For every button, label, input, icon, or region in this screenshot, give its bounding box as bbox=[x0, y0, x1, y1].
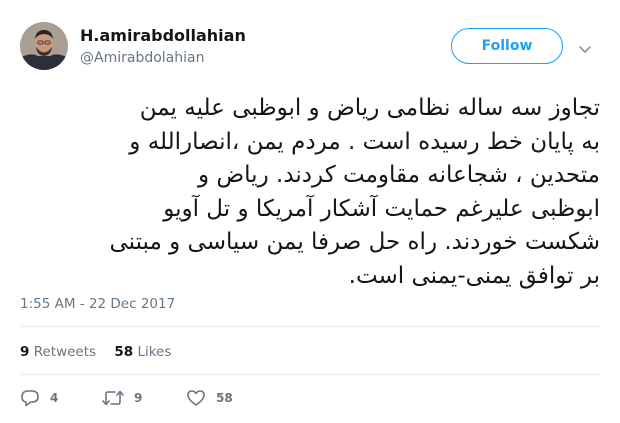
more-options-button[interactable] bbox=[578, 40, 592, 53]
likes-label: Likes bbox=[137, 344, 172, 360]
tweet-text-line: ابوظبی علیرغم حمایت آشکار آمریکا و تل آو… bbox=[163, 195, 600, 222]
avatar[interactable] bbox=[20, 22, 68, 70]
like-button[interactable]: 58 bbox=[186, 389, 233, 407]
retweets-stat[interactable]: 9 Retweets bbox=[20, 344, 96, 360]
retweet-count: 9 bbox=[134, 391, 143, 405]
reply-button[interactable]: 4 bbox=[20, 389, 58, 407]
tweet-text-line: متحدین ، شجاعانه مقاومت کردند. ریاض و bbox=[197, 162, 600, 188]
chevron-down-icon bbox=[579, 46, 591, 53]
reply-count: 4 bbox=[50, 391, 59, 405]
avatar-image bbox=[20, 22, 68, 70]
tweet-text-line: بر توافق یمنی-یمنی است. bbox=[348, 262, 600, 289]
retweets-count: 9 bbox=[20, 344, 30, 360]
follow-button[interactable]: Follow bbox=[451, 28, 563, 64]
tweet-text: تجاوز سه ساله نظامی ریاض و ابوظبی علیه ی… bbox=[20, 92, 601, 293]
tweet-text-line: شکست خوردند. راه حل صرفا یمن سیاسی و مبت… bbox=[109, 229, 601, 255]
display-name[interactable]: H.amirabdollahian bbox=[80, 26, 246, 45]
retweet-button[interactable]: 9 bbox=[102, 389, 142, 407]
retweets-label: Retweets bbox=[33, 344, 97, 360]
heart-icon bbox=[187, 390, 205, 406]
engagement-stats: 9 Retweets 58 Likes bbox=[20, 344, 185, 360]
like-count: 58 bbox=[216, 391, 233, 405]
retweet-icon bbox=[102, 390, 124, 406]
likes-stat[interactable]: 58 Likes bbox=[114, 344, 171, 360]
user-handle[interactable]: @Amirabdolahian bbox=[80, 50, 204, 66]
tweet-timestamp[interactable]: 1:55 AM - 22 Dec 2017 bbox=[20, 296, 175, 312]
tweet-text-line: تجاوز سه ساله نظامی ریاض و ابوظبی علیه ی… bbox=[139, 95, 600, 121]
divider bbox=[20, 326, 600, 327]
divider bbox=[20, 374, 600, 375]
tweet-text-line: به پایان خط رسیده است . مردم یمن ،انصارا… bbox=[129, 128, 600, 155]
likes-count: 58 bbox=[114, 344, 134, 360]
reply-icon bbox=[21, 390, 39, 407]
